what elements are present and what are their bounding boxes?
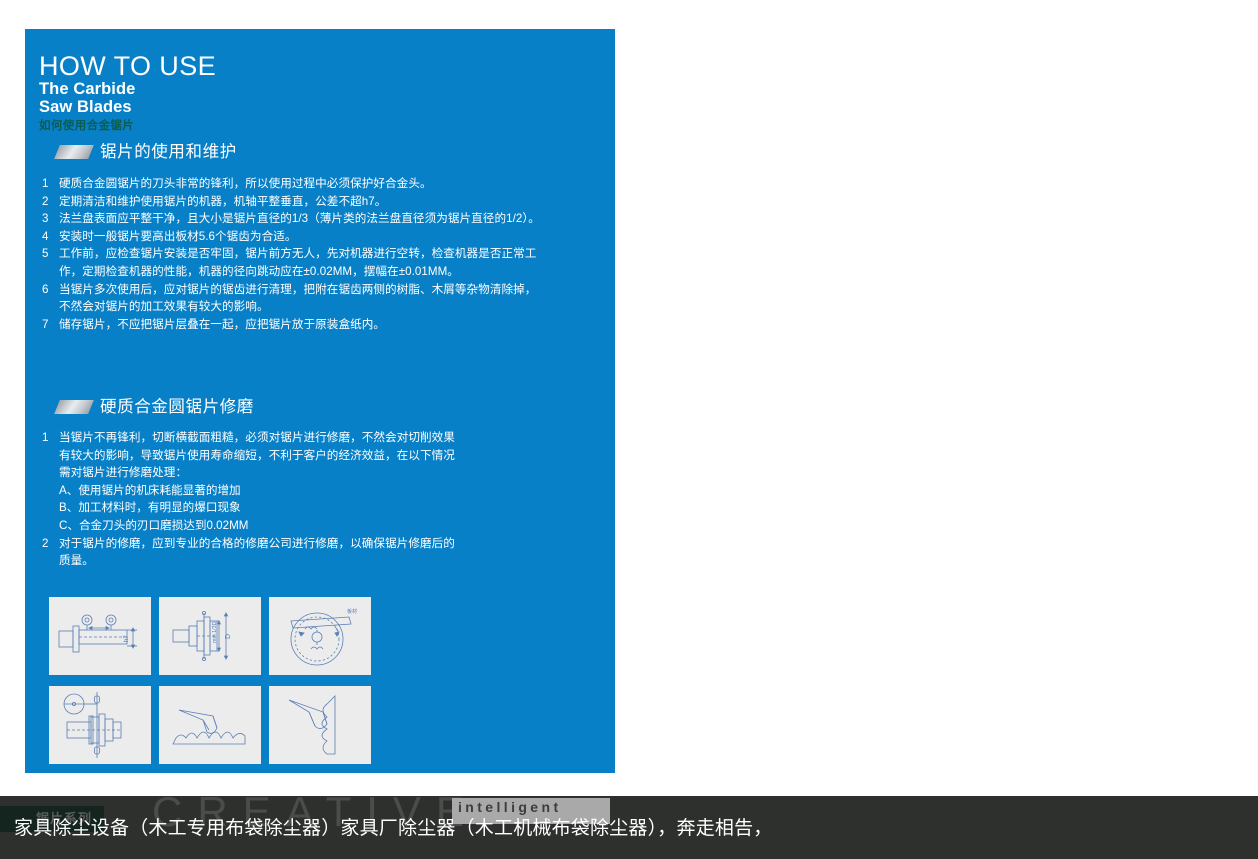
thumbnail-tooth-profile (159, 686, 261, 764)
section-2-title: 硬质合金圆锯片修磨 (100, 398, 254, 416)
list-item: 6 当锯片多次使用后，应对锯片的锯齿进行清理，把附在锯齿两侧的树脂、木屑等杂物清… (40, 281, 540, 316)
tooth-profile-diagram-icon (172, 709, 246, 745)
list-item-number: 2 (42, 536, 49, 550)
flange-diameter-diagram-icon: min 1/3D D (172, 610, 232, 662)
list-item: 2 对于锯片的修磨，应到专业的合格的修磨公司进行修磨，以确保锯片修磨后的质量。 (40, 535, 460, 570)
list-item: 2 定期清洁和维护使用锯片的机器，机轴平整垂直，公差不超h7。 (40, 193, 540, 211)
list-item-number: 4 (42, 229, 49, 243)
saw-blade-board-diagram-icon: 板材 (290, 608, 357, 666)
bottom-caption-strip: CREATIVE intelligent 锯片系列 家具除尘设备（木工专用布袋除… (0, 796, 1258, 859)
section-2-heading: 硬质合金圆锯片修磨 (54, 398, 254, 416)
svg-text:h7: h7 (124, 635, 130, 642)
svg-text:D: D (225, 634, 232, 639)
page-subtitle-line2: Saw Blades (39, 97, 132, 116)
list-item-text: 当锯片不再锋利，切断横截面粗糙，必须对锯片进行修磨，不然会对切削效果有较大的影响… (59, 431, 455, 480)
list-item-number: 3 (42, 212, 49, 226)
list-item-text: 法兰盘表面应平整干净，且大小是锯片直径的1/3（薄片类的法兰盘直径须为锯片直径的… (59, 212, 540, 226)
watermark-intelligent: intelligent (458, 799, 562, 815)
list-item: 1 硬质合金圆锯片的刀头非常的锋利，所以使用过程中必须保护好合金头。 (40, 175, 540, 193)
page-subtitle-chinese: 如何使用合金锯片 (39, 120, 135, 132)
list-item-text: 安装时一般锯片要高出板材5.6个锯齿为合适。 (59, 229, 297, 243)
list-item-number: 6 (42, 282, 49, 296)
list-item-text: 硬质合金圆锯片的刀头非常的锋利，所以使用过程中必须保护好合金头。 (59, 177, 432, 190)
list-item-number: 5 (42, 247, 49, 261)
section-1-heading: 锯片的使用和维护 (54, 143, 237, 161)
section-1-title: 锯片的使用和维护 (100, 143, 237, 161)
svg-text:min 1/3D: min 1/3D (212, 621, 218, 643)
thumbnail-saw-blade-board: 板材 (269, 597, 371, 675)
dial-indicator-diagram-icon (63, 692, 122, 758)
section-2-list: 1 当锯片不再锋利，切断横截面粗糙，必须对锯片进行修磨，不然会对切削效果有较大的… (40, 429, 460, 570)
brochure-panel: HOW TO USE The Carbide Saw Blades 如何使用合金… (25, 29, 615, 773)
list-item-text: 储存锯片，不应把锯片层叠在一起，应把锯片放于原装盒纸内。 (59, 317, 386, 331)
list-item-number: 1 (42, 431, 49, 444)
section-1-list: 1 硬质合金圆锯片的刀头非常的锋利，所以使用过程中必须保护好合金头。 2 定期清… (40, 175, 540, 333)
list-item-number: 1 (42, 177, 49, 190)
list-item-text: 工作前，应检查锯片安装是否牢固，锯片前方无人，先对机器进行空转，检查机器是否正常… (59, 247, 537, 278)
list-item: 1 当锯片不再锋利，切断横截面粗糙，必须对锯片进行修磨，不然会对切削效果有较大的… (40, 429, 460, 482)
list-item: 5 工作前，应检查锯片安装是否牢固，锯片前方无人，先对机器进行空转，检查机器是否… (40, 245, 540, 280)
list-item-number: 7 (42, 317, 49, 331)
tooth-grinding-diagram-icon (288, 695, 336, 755)
sub-list-item: A、使用锯片的机床耗能显著的增加 (59, 483, 241, 497)
arbor-runout-diagram-icon: h7 (58, 614, 137, 653)
list-item: 7 储存锯片，不应把锯片层叠在一起，应把锯片放于原装盒纸内。 (40, 316, 540, 334)
caption-text: 家具除尘设备（木工专用布袋除尘器）家具厂除尘器（木工机械布袋除尘器），奔走相告， (14, 817, 773, 839)
thumbnail-arbor-runout: h7 (49, 597, 151, 675)
page-subtitle-line1: The Carbide (39, 80, 136, 98)
sub-list-item: B、加工材料时，有明显的爆口现象 (59, 501, 241, 515)
svg-text:板材: 板材 (347, 608, 357, 615)
list-item-text: 对于锯片的修磨，应到专业的合格的修磨公司进行修磨，以确保锯片修磨后的质量。 (59, 536, 455, 568)
list-item: 4 安装时一般锯片要高出板材5.6个锯齿为合适。 (40, 228, 540, 246)
parallelogram-bullet-icon (54, 145, 94, 159)
page-title: HOW TO USE (39, 51, 217, 81)
sub-list-item: C、合金刀头的刃口磨损达到0.02MM (59, 518, 249, 532)
list-item-number: 2 (42, 194, 49, 208)
thumbnail-tooth-grinding (269, 686, 371, 764)
parallelogram-bullet-icon (54, 400, 94, 414)
list-item: 3 法兰盘表面应平整干净，且大小是锯片直径的1/3（薄片类的法兰盘直径须为锯片直… (40, 210, 540, 228)
list-item-text: 当锯片多次使用后，应对锯片的锯齿进行清理，把附在锯齿两侧的树脂、木屑等杂物清除掉… (59, 282, 537, 314)
diagram-thumbnail-grid: h7 min 1/3D D 板材 (49, 597, 371, 764)
brochure-header: HOW TO USE The Carbide Saw Blades 如何使用合金… (39, 51, 439, 134)
thumbnail-dial-indicator (49, 686, 151, 764)
list-item-text: 定期清洁和维护使用锯片的机器，机轴平整垂直，公差不超h7。 (59, 194, 387, 208)
thumbnail-flange-diameter: min 1/3D D (159, 597, 261, 675)
